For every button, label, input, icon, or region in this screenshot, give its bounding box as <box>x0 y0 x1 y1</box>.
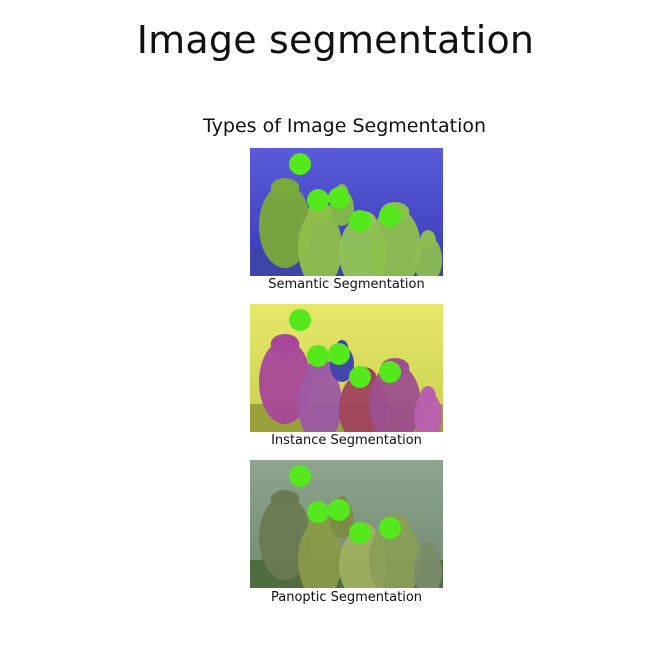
face-blur-dot <box>349 522 371 544</box>
face-blur-dot <box>379 517 401 539</box>
face-blur-dot <box>307 345 329 367</box>
person-head-mask <box>420 542 436 562</box>
face-blur-dot <box>289 309 311 331</box>
page-title: Image segmentation <box>136 18 535 62</box>
person-head-mask <box>420 386 436 406</box>
face-blur-dot <box>307 501 329 523</box>
person-head-mask <box>270 334 300 354</box>
semantic-segmentation-caption: Semantic Segmentation <box>268 277 425 292</box>
face-blur-dot <box>328 499 350 521</box>
face-blur-dot <box>349 366 371 388</box>
face-blur-dot <box>328 187 350 209</box>
face-blur-dot <box>349 210 371 232</box>
face-blur-dot <box>307 189 329 211</box>
person-head-mask <box>270 490 300 510</box>
segmentation-photo <box>250 304 443 432</box>
panoptic-segmentation-image <box>250 460 443 588</box>
face-blur-dot <box>379 205 401 227</box>
face-blur-dot <box>328 343 350 365</box>
face-blur-dot <box>289 153 311 175</box>
segmentation-photo <box>250 460 443 588</box>
person-head-mask <box>420 230 436 250</box>
figure-subtitle: Types of Image Segmentation <box>203 115 487 137</box>
panoptic-segmentation-caption: Panoptic Segmentation <box>270 590 423 605</box>
semantic-segmentation-image <box>250 148 443 276</box>
face-blur-dot <box>379 361 401 383</box>
instance-segmentation-caption: Instance Segmentation <box>271 433 422 448</box>
face-blur-dot <box>289 465 311 487</box>
person-head-mask <box>270 178 300 198</box>
instance-segmentation-image <box>250 304 443 432</box>
segmentation-photo <box>250 148 443 276</box>
